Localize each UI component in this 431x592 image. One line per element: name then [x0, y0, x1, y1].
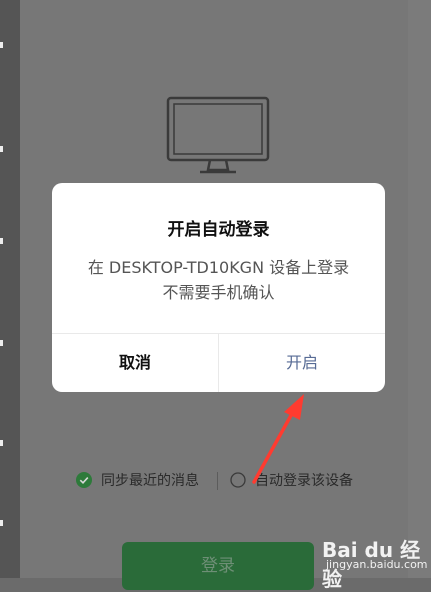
empty-circle-icon [230, 472, 246, 488]
red-arrow [252, 394, 304, 484]
sync-messages-option[interactable]: 同步最近的消息 [76, 470, 199, 490]
edge-mark [0, 146, 3, 152]
dialog-message-line1: 在 DESKTOP-TD10KGN 设备上登录 [87, 258, 350, 277]
sync-messages-label: 同步最近的消息 [101, 473, 199, 489]
dialog-title: 开启自动登录 [167, 220, 270, 240]
background-left-strip [0, 0, 20, 578]
edge-mark [0, 440, 3, 446]
monitor-icon [166, 96, 270, 174]
enable-button[interactable]: 开启 [219, 334, 385, 392]
dialog-message: 在 DESKTOP-TD10KGN 设备上登录 不需要手机确认 [52, 255, 385, 305]
dialog-message-line2: 不需要手机确认 [162, 283, 275, 302]
edge-mark [0, 42, 3, 48]
edge-mark [0, 340, 3, 346]
options-divider [217, 472, 218, 490]
check-circle-icon [76, 472, 92, 488]
login-button[interactable]: 登录 [122, 542, 314, 590]
auto-login-dialog: 开启自动登录 在 DESKTOP-TD10KGN 设备上登录 不需要手机确认 取… [52, 183, 385, 392]
edge-mark [0, 238, 3, 244]
baidu-jingyan-watermark: Bai du 经验 jingyan.baidu.com [314, 530, 428, 591]
background-right-strip [408, 0, 431, 578]
cancel-button[interactable]: 取消 [52, 334, 218, 392]
watermark-url: jingyan.baidu.com [326, 558, 428, 571]
edge-mark [0, 520, 3, 526]
